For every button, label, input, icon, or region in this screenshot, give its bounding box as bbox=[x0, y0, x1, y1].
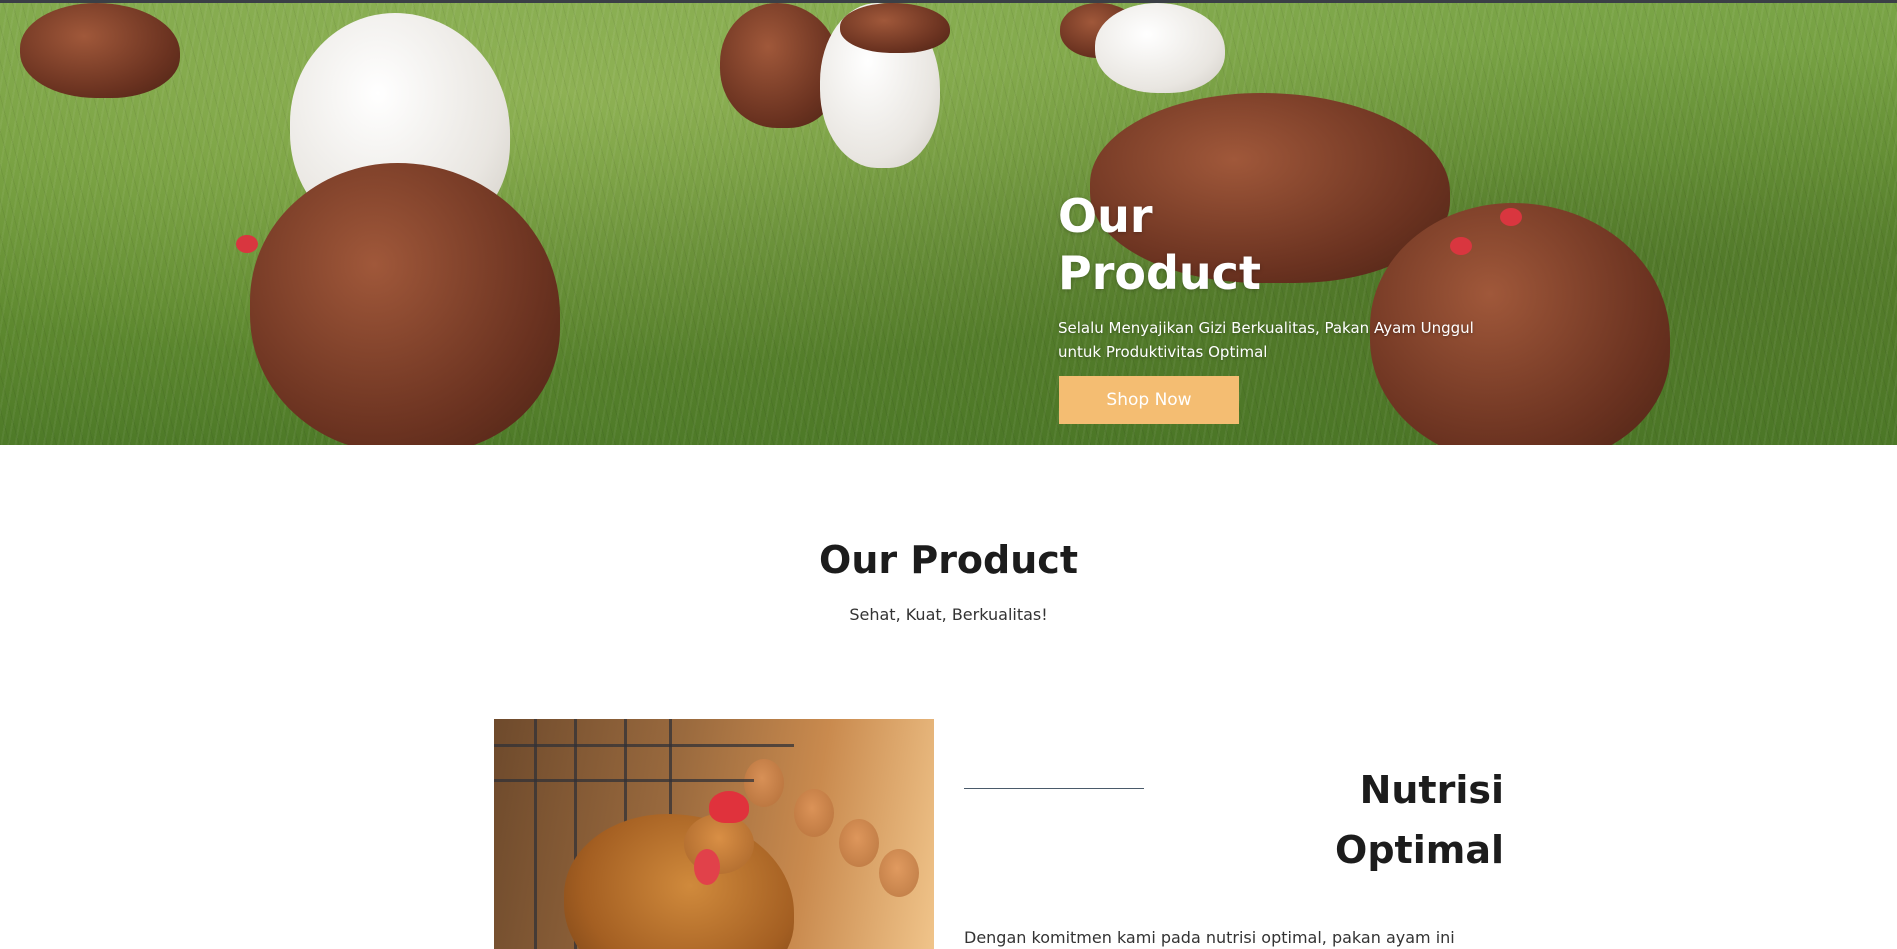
section-title: Our Product bbox=[819, 538, 1078, 582]
divider-line bbox=[964, 788, 1144, 789]
hero-subtitle: Selalu Menyajikan Gizi Berkualitas, Paka… bbox=[1058, 319, 1474, 361]
hen-image bbox=[20, 3, 180, 98]
chicken-wattle bbox=[694, 849, 720, 885]
background-hen bbox=[879, 849, 919, 897]
hero-banner: Our Product Selalu Menyajikan Gizi Berku… bbox=[0, 3, 1897, 445]
product-image bbox=[494, 719, 934, 949]
shop-now-button[interactable]: Shop Now bbox=[1059, 376, 1239, 424]
cage-bar bbox=[534, 719, 537, 949]
comb-shape bbox=[236, 235, 258, 253]
chicken-body bbox=[564, 814, 794, 949]
background-hen bbox=[744, 759, 784, 807]
hen-image bbox=[840, 3, 950, 53]
background-hen bbox=[839, 819, 879, 867]
product-description: Dengan komitmen kami pada nutrisi optima… bbox=[964, 928, 1455, 947]
section-subtitle: Sehat, Kuat, Berkualitas! bbox=[849, 605, 1048, 624]
hero-content: Our Product Selalu Menyajikan Gizi Berku… bbox=[1058, 188, 1518, 364]
hen-image bbox=[1095, 3, 1225, 93]
background-hen bbox=[794, 789, 834, 837]
hero-title: Our Product bbox=[1058, 189, 1261, 300]
cage-bar bbox=[494, 744, 794, 747]
chicken-comb bbox=[709, 791, 749, 823]
product-title: Nutrisi Optimal bbox=[1335, 768, 1504, 872]
